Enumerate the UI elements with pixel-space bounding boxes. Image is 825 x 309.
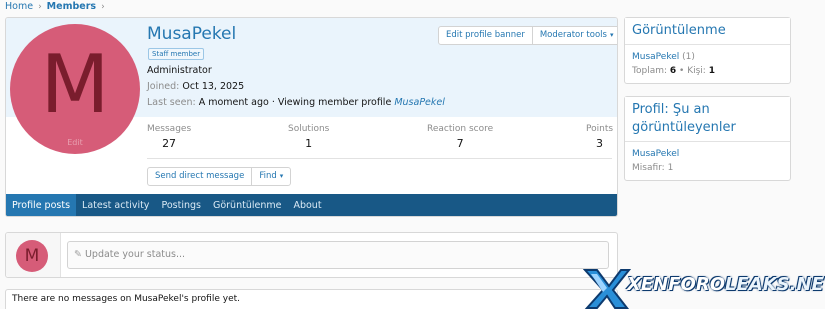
joined-info: Joined: Oct 13, 2025: [147, 81, 244, 92]
last-seen-info: Last seen: A moment ago · Viewing member…: [147, 97, 445, 108]
guest-label: Misafir:: [632, 163, 665, 173]
views-user-link[interactable]: MusaPekel: [632, 52, 679, 62]
status-avatar-letter: M: [24, 246, 40, 266]
staff-badge: Staff member: [148, 48, 205, 60]
profile-stats: Messages 27 Solutions 1 Reaction score 7…: [147, 124, 613, 156]
tab-profile-posts[interactable]: Profile posts: [6, 194, 77, 216]
watermark-logo: XENFOROLEAKS.NET: [582, 266, 825, 309]
views-total-label: Toplam:: [632, 66, 668, 76]
find-button[interactable]: Find ▾: [251, 168, 290, 185]
stat-value: 1: [305, 137, 313, 150]
stat-messages[interactable]: Messages 27: [147, 124, 191, 150]
tab-about[interactable]: About: [287, 194, 327, 216]
caret-down-icon: ▾: [279, 172, 284, 180]
stat-label: Messages: [147, 124, 192, 134]
caret-down-icon: ▾: [609, 31, 614, 39]
stat-label: Solutions: [288, 124, 330, 134]
tab-postings[interactable]: Postings: [155, 194, 207, 216]
stat-label: Reaction score: [427, 124, 494, 134]
send-direct-message-button[interactable]: Send direct message: [148, 168, 251, 185]
watermark-text: XENFOROLEAKS.NET: [627, 274, 825, 295]
views-user-count: (1): [682, 52, 695, 62]
avatar-letter: M: [40, 38, 110, 131]
no-messages-text: There are no messages on MusaPekel's pro…: [12, 294, 241, 304]
watermark-brand: XENFORO: [627, 274, 725, 295]
current-viewers-widget: Profil: Şu an görüntüleyenler MusaPekel …: [624, 96, 791, 181]
user-role: Administrator: [147, 65, 212, 76]
chevron-right-icon: ›: [101, 1, 105, 12]
stat-reaction-score[interactable]: Reaction score 7: [427, 124, 493, 150]
no-messages-notice: There are no messages on MusaPekel's pro…: [5, 289, 618, 309]
views-total-value: 6: [669, 66, 677, 76]
profile-actions-bottom: Send direct message Find ▾: [147, 167, 292, 186]
stat-value: 3: [596, 137, 604, 150]
status-avatar[interactable]: M: [16, 240, 48, 272]
profile-tabs: Profile posts Latest activity Postings G…: [6, 194, 617, 216]
viewer-user-link[interactable]: MusaPekel: [632, 149, 679, 159]
joined-label: Joined:: [147, 81, 180, 92]
breadcrumb: Home › Members ›: [5, 1, 105, 12]
guest-count: 1: [667, 163, 674, 173]
views-persons-label: Kişi:: [687, 66, 706, 76]
moderator-tools-button[interactable]: Moderator tools ▾: [531, 27, 617, 44]
status-input[interactable]: ✎ Update your status...: [67, 241, 609, 269]
joined-date: Oct 13, 2025: [182, 81, 245, 92]
tab-latest-activity[interactable]: Latest activity: [76, 194, 155, 216]
views-widget-body: MusaPekel (1) Toplam: 6 • Kişi: 1: [632, 52, 715, 76]
stat-value: 27: [162, 137, 177, 150]
current-viewers-body: MusaPekel Misafir: 1: [625, 142, 790, 180]
chevron-right-icon: ›: [38, 1, 42, 12]
stats-divider: [147, 158, 612, 159]
watermark-brand-suffix: LEAKS.NET: [725, 274, 825, 295]
status-placeholder: Update your status...: [84, 249, 186, 260]
stat-label: Points: [586, 124, 614, 134]
tab-views[interactable]: Görüntülenme: [207, 194, 287, 216]
stat-points[interactable]: Points 3: [586, 124, 613, 150]
edit-profile-banner-button[interactable]: Edit profile banner: [439, 27, 532, 44]
breadcrumb-home[interactable]: Home: [5, 1, 33, 12]
stat-solutions[interactable]: Solutions 1: [288, 124, 329, 150]
breadcrumb-members[interactable]: Members: [47, 1, 96, 12]
watermark-x-icon: [582, 269, 632, 309]
avatar-edit-link[interactable]: Edit: [10, 138, 140, 147]
status-update-card: M ✎ Update your status...: [5, 232, 618, 278]
last-seen-label: Last seen:: [147, 97, 196, 108]
profile-card: M Edit MusaPekel Staff member Administra…: [5, 17, 618, 217]
pencil-icon: ✎: [74, 249, 82, 260]
views-widget: Görüntülenme MusaPekel (1) Toplam: 6 • K…: [624, 17, 791, 84]
last-seen-link[interactable]: MusaPekel: [394, 97, 445, 108]
find-label: Find: [259, 171, 277, 181]
current-viewers-title: Profil: Şu an görüntüleyenler: [625, 97, 790, 142]
avatar[interactable]: M Edit: [10, 24, 140, 154]
moderator-tools-label: Moderator tools: [539, 30, 607, 40]
profile-username[interactable]: MusaPekel: [147, 24, 236, 44]
views-persons-value: 1: [708, 66, 715, 76]
profile-actions-top: Edit profile banner Moderator tools ▾: [438, 26, 617, 45]
stat-value: 7: [456, 137, 464, 150]
views-widget-title: Görüntülenme: [625, 18, 790, 45]
last-seen-value: A moment ago · Viewing member profile: [198, 97, 392, 108]
